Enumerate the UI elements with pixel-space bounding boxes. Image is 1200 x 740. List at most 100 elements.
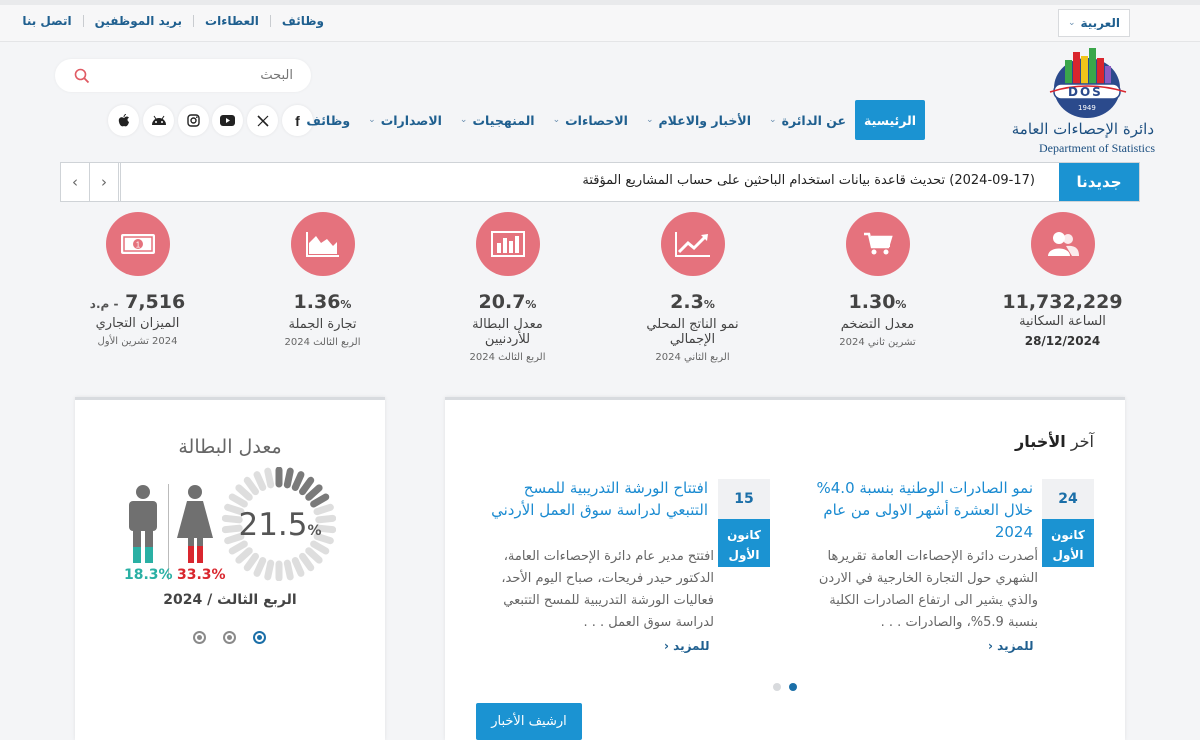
stat-inflation[interactable]: 1.30% معدل التضخم تشرين ثاني 2024 <box>785 212 970 348</box>
top-link-tenders[interactable]: العطاءات <box>193 15 270 27</box>
gauge-percent-sign: % <box>307 523 322 539</box>
news-ticker: جديدنا (2024-09-17) تحديث قاعدة بيانات ا… <box>60 162 1140 202</box>
logo-name-en: Department of Statistics <box>1039 141 1155 155</box>
news-title-bold: الأخبار <box>1015 432 1066 451</box>
stat-unemployment[interactable]: 20.7% معدل البطالة للأردنيين الربع الثال… <box>415 212 600 363</box>
news-carousel-dot[interactable] <box>773 683 781 691</box>
gauge-segment <box>253 557 267 577</box>
nav-item-statistics[interactable]: الاحصاءات ⌄ <box>544 100 637 140</box>
gauge-segment <box>299 476 315 496</box>
news-date: 15 كانون الأول <box>718 479 770 567</box>
ticker-divider <box>120 163 121 201</box>
news-item-body: افتتح مدير عام دائرة الإحصاءات العامة، ا… <box>501 549 714 630</box>
stat-gdp-growth[interactable]: 2.3% نمو الناتج المحلي الإجمالي الربع ال… <box>600 212 785 363</box>
logo-badge-text: DOS <box>1068 85 1103 99</box>
news-more-label: للمزيد <box>997 639 1034 653</box>
top-link-staff-mail[interactable]: بريد الموظفين <box>82 15 193 27</box>
stat-population[interactable]: 11,732,229 الساعة السكانية 28/12/2024 <box>970 212 1155 348</box>
unemployment-title: معدل البطالة <box>178 436 282 458</box>
stat-value: 20.7 <box>478 291 526 313</box>
stat-wholesale-trade[interactable]: 1.36% تجارة الجملة الربع الثالث 2024 <box>230 212 415 348</box>
stat-label: الميزان التجاري <box>95 316 180 331</box>
gauge-segment <box>235 484 253 501</box>
android-link[interactable] <box>143 105 174 136</box>
population-icon <box>1030 212 1095 276</box>
nav-item-label: الاحصاءات <box>565 112 628 128</box>
stat-sub: الربع الثالث 2024 <box>284 337 361 348</box>
stat-label: معدل التضخم <box>840 317 915 332</box>
stat-suffix: % <box>703 298 715 311</box>
stat-sub: الربع الثالث 2024 <box>469 352 546 363</box>
gauge-segment <box>264 559 275 581</box>
main-nav: الرئيسية عن الدائرة ⌄ الأخبار والاعلام ⌄ ا… <box>297 100 925 140</box>
stat-suffix: % <box>895 298 907 311</box>
gauge-value-number: 21.5 <box>238 507 308 543</box>
stat-sub: تشرين ثاني 2024 <box>839 337 916 348</box>
stat-label: الساعة السكانية <box>1019 314 1106 329</box>
gauge-segment <box>243 552 259 572</box>
search-box <box>55 59 311 92</box>
news-item-title[interactable]: نمو الصادرات الوطنية بنسبة 4.0% خلال الع… <box>803 477 1034 543</box>
nav-item-publications[interactable]: الاصدارات ⌄ <box>359 100 451 140</box>
carousel-dot[interactable] <box>223 631 236 644</box>
stat-label: معدل البطالة للأردنيين <box>472 317 543 347</box>
news-date: 24 كانون الأول <box>1042 479 1094 567</box>
ticker-text[interactable]: (2024-09-17) تحديث قاعدة بيانات استخدام … <box>582 173 1035 188</box>
ticker-prev-button[interactable]: ‹ <box>61 163 90 201</box>
ticker-next-button[interactable]: › <box>90 163 119 201</box>
carousel-dot[interactable] <box>193 631 206 644</box>
news-more-link[interactable]: للمزيد ‹ <box>664 639 710 653</box>
top-link-jobs[interactable]: وظائف <box>269 15 335 27</box>
youtube-link[interactable] <box>212 105 243 136</box>
chevron-down-icon: ⌄ <box>1067 18 1076 28</box>
nav-item-methodologies[interactable]: المنهجيات ⌄ <box>451 100 544 140</box>
language-select[interactable]: العربية ⌄ <box>1058 9 1130 37</box>
nav-item-label: عن الدائرة <box>781 112 847 128</box>
chevron-down-icon: ⌄ <box>552 115 561 125</box>
gauge-segment <box>253 471 267 491</box>
area-chart-icon <box>290 212 355 276</box>
gauge-segment <box>305 547 323 564</box>
news-more-link[interactable]: للمزيد ‹ <box>988 639 1034 653</box>
figure-divider <box>168 484 169 580</box>
x-link[interactable] <box>247 105 278 136</box>
news-more-label: للمزيد <box>673 639 710 653</box>
news-date-month: كانون الأول <box>1042 519 1094 567</box>
search-icon[interactable] <box>74 68 90 84</box>
nav-item-label: الأخبار والاعلام <box>658 112 752 128</box>
nav-item-jobs[interactable]: وظائف <box>297 100 359 140</box>
stat-sub: 28/12/2024 <box>1024 334 1101 348</box>
news-archive-button[interactable]: ارشيف الأخبار <box>476 703 582 740</box>
male-rate: 18.3% <box>124 567 173 583</box>
news-item-title[interactable]: افتتاح الورشة التدريبية للمسح التتبعي لد… <box>478 477 708 521</box>
gauge-segment <box>235 547 253 564</box>
news-item-body: أصدرت دائرة الإحصاءات العامة تقريرها الش… <box>818 549 1038 630</box>
apple-link[interactable] <box>108 105 139 136</box>
chevron-left-icon: ‹ <box>664 639 669 653</box>
stat-suffix: % <box>340 298 352 311</box>
chevron-down-icon: ⌄ <box>459 115 468 125</box>
nav-item-home[interactable]: الرئيسية <box>855 100 925 140</box>
top-links: وظائف العطاءات بريد الموظفين اتصل بنا <box>11 15 335 27</box>
growth-chart-icon <box>660 212 725 276</box>
nav-item-about[interactable]: عن الدائرة ⌄ <box>760 100 855 140</box>
news-carousel-dot-active[interactable] <box>789 683 797 691</box>
apple-icon <box>118 113 129 126</box>
gauge-segment <box>264 467 275 489</box>
news-date-month: كانون الأول <box>718 519 770 567</box>
stat-trade-balance[interactable]: 1 7,516 - م.د الميزان التجاري 2024 تشرين… <box>45 212 230 347</box>
carousel-dot-active[interactable] <box>253 631 266 644</box>
top-link-contact[interactable]: اتصل بنا <box>11 15 82 27</box>
nav-item-label: المنهجيات <box>472 112 535 128</box>
news-section-title: آخر الأخبار <box>1015 432 1094 451</box>
android-icon <box>151 115 166 125</box>
nav-item-news[interactable]: الأخبار والاعلام ⌄ <box>637 100 760 140</box>
search-input[interactable] <box>113 65 293 86</box>
logo-year: 1949 <box>1078 104 1096 112</box>
ticker-label: جديدنا <box>1059 163 1139 201</box>
stat-value: 7,516 <box>125 291 186 313</box>
gauge-segment <box>228 540 248 555</box>
gauge-segment <box>291 557 305 577</box>
svg-text:1: 1 <box>135 241 140 250</box>
instagram-link[interactable] <box>178 105 209 136</box>
